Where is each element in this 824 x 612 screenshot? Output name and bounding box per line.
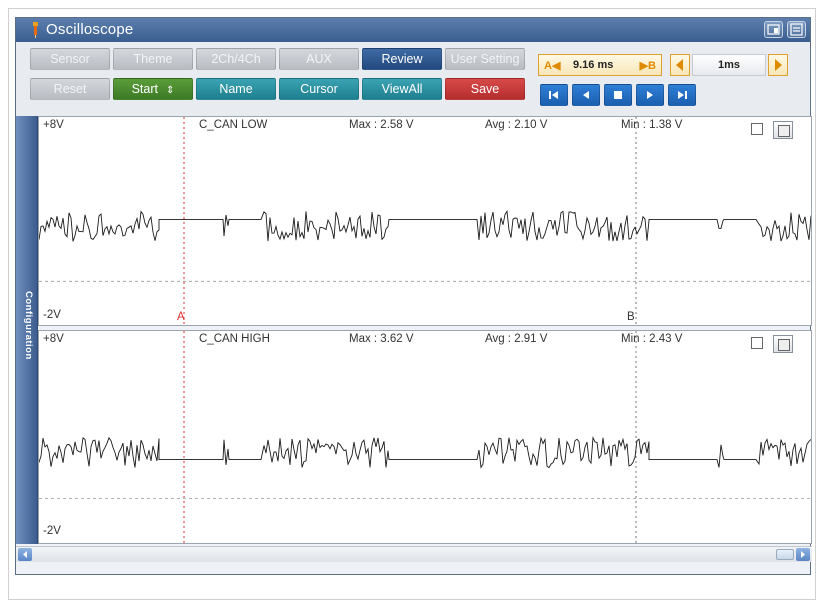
scroll-thumb[interactable] <box>776 549 794 560</box>
cursor-label: Cursor <box>300 82 338 96</box>
channel-2-plot[interactable]: +8V -2V C_CAN HIGH Max : 3.62 V Avg : 2.… <box>38 330 812 544</box>
oscilloscope-window: Oscilloscope Sensor Theme 2Ch/4Ch AUX Review… <box>15 17 812 575</box>
channel-1-bottom-scale: -2V <box>43 309 61 321</box>
arrow-left-icon <box>676 59 683 71</box>
stop-button[interactable] <box>604 84 632 106</box>
channel-1-waveform <box>39 117 811 325</box>
toolbar: Sensor Theme 2Ch/4Ch AUX Review User Setting … <box>16 42 810 116</box>
cursor-button[interactable]: Cursor <box>279 78 359 100</box>
save-button[interactable]: Save <box>445 78 525 100</box>
theme-button[interactable]: Theme <box>113 48 193 70</box>
sensor-label: Sensor <box>50 52 90 66</box>
channel-2-max: Max : 3.62 V <box>349 333 414 345</box>
configuration-tab[interactable]: Configuration <box>16 116 38 544</box>
channel-2-min: Min : 2.43 V <box>621 333 683 345</box>
skip-first-button[interactable] <box>540 84 568 106</box>
cursor-b-marker: B <box>627 311 635 323</box>
channel-1-name: C_CAN LOW <box>199 119 268 131</box>
reset-button[interactable]: Reset <box>30 78 110 100</box>
signal-trace <box>39 210 811 242</box>
skip-first-icon <box>549 91 558 99</box>
stop-icon <box>614 91 622 99</box>
start-button[interactable]: Start ⇕ <box>113 78 193 100</box>
horizontal-scrollbar[interactable] <box>16 546 812 562</box>
channel-2-name: C_CAN HIGH <box>199 333 270 345</box>
viewall-label: ViewAll <box>381 82 423 96</box>
start-label: Start <box>131 82 158 96</box>
signal-trace <box>39 435 811 469</box>
title-bar: Oscilloscope <box>16 18 810 42</box>
channel-1-avg: Avg : 2.10 V <box>485 119 548 131</box>
2ch-4ch-label: 2Ch/4Ch <box>211 52 261 66</box>
arrow-right-icon <box>775 59 782 71</box>
skip-last-icon <box>678 91 687 99</box>
aux-label: AUX <box>306 52 332 66</box>
time-div-decrease-button[interactable] <box>670 54 690 76</box>
skip-last-button[interactable] <box>668 84 696 106</box>
time-division-control: 1ms <box>670 54 788 76</box>
scroll-right-icon <box>801 551 805 558</box>
review-label: Review <box>381 52 423 66</box>
window-title: Oscilloscope <box>46 21 134 38</box>
window-settings-icon <box>767 24 780 35</box>
sensor-button[interactable]: Sensor <box>30 48 110 70</box>
play-button[interactable] <box>636 84 664 106</box>
channel-2-top-scale: +8V <box>43 333 64 345</box>
name-button[interactable]: Name <box>196 78 276 100</box>
viewall-button[interactable]: ViewAll <box>362 78 442 100</box>
cursor-b-label: ▶B <box>639 60 656 72</box>
channel-2-avg: Avg : 2.91 V <box>485 333 548 345</box>
name-label: Name <box>219 82 253 96</box>
channel-2-waveform <box>39 331 811 543</box>
aux-button[interactable]: AUX <box>279 48 359 70</box>
channel-2-maximize-button[interactable] <box>773 335 793 353</box>
channel-1-top-scale: +8V <box>43 119 64 131</box>
time-div-increase-button[interactable] <box>768 54 788 76</box>
user-setting-button[interactable]: User Setting <box>445 48 525 70</box>
channel-1-max: Max : 2.58 V <box>349 119 414 131</box>
reset-label: Reset <box>53 82 87 96</box>
theme-label: Theme <box>133 52 173 66</box>
menu-icon <box>790 23 803 36</box>
play-icon <box>647 91 653 99</box>
channel-1-maximize-button[interactable] <box>773 121 793 139</box>
cursor-delta-value: 9.16 ms <box>573 59 614 71</box>
channel-1-plot[interactable]: +8V -2V C_CAN LOW Max : 2.58 V Avg : 2.1… <box>38 116 812 326</box>
time-div-value: 1ms <box>692 54 766 76</box>
plot-area: +8V -2V C_CAN LOW Max : 2.58 V Avg : 2.1… <box>38 116 812 544</box>
configuration-label: Configuration <box>23 291 34 360</box>
review-button[interactable]: Review <box>362 48 442 70</box>
save-label: Save <box>470 82 500 96</box>
scroll-left-icon <box>23 551 27 558</box>
cursor-a-marker: A <box>177 311 185 323</box>
scroll-left-button[interactable] <box>18 548 32 561</box>
probe-icon <box>33 22 38 38</box>
channel-2-bottom-scale: -2V <box>43 525 61 537</box>
channel-1-checkbox[interactable] <box>751 123 763 135</box>
cursor-readout[interactable]: A◀ 9.16 ms ▶B <box>538 54 662 76</box>
scroll-right-button[interactable] <box>796 548 810 561</box>
window-menu-button[interactable] <box>787 21 806 38</box>
channel-2-checkbox[interactable] <box>751 337 763 349</box>
channel-1-min: Min : 1.38 V <box>621 119 683 131</box>
2ch-4ch-button[interactable]: 2Ch/4Ch <box>196 48 276 70</box>
step-back-button[interactable] <box>572 84 600 106</box>
start-dropdown-icon: ⇕ <box>166 85 175 96</box>
step-back-icon <box>583 91 589 99</box>
user-setting-label: User Setting <box>450 52 520 66</box>
window-settings-button[interactable] <box>764 21 783 38</box>
cursor-a-label: A◀ <box>544 60 561 72</box>
